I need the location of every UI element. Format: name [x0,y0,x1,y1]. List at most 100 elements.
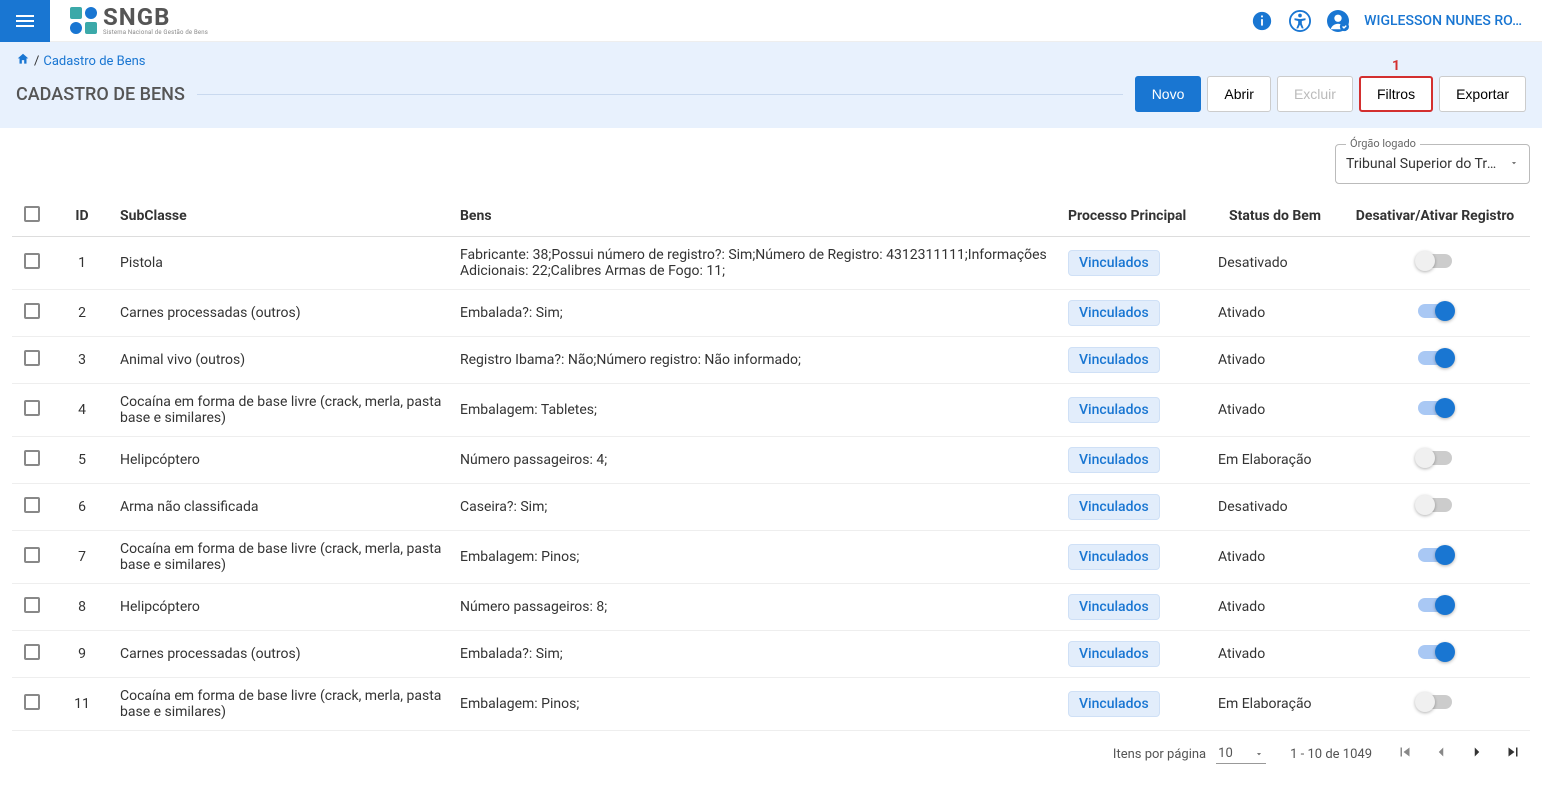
vinculados-chip[interactable]: Vinculados [1068,447,1160,473]
cell-status: Ativado [1210,584,1340,631]
vinculados-chip[interactable]: Vinculados [1068,347,1160,373]
col-subclasse: SubClasse [112,196,452,237]
cell-bens: Número passageiros: 8; [452,584,1060,631]
abrir-button[interactable]: Abrir [1207,76,1271,112]
col-toggle: Desativar/Ativar Registro [1340,196,1530,237]
row-checkbox[interactable] [24,547,40,563]
chevron-down-icon [1254,749,1264,759]
vinculados-chip[interactable]: Vinculados [1068,594,1160,620]
exportar-button[interactable]: Exportar [1439,76,1526,112]
table-row: 2Carnes processadas (outros)Embalada?: S… [12,290,1530,337]
page-title: CADASTRO DE BENS [16,84,185,105]
cell-bens: Registro Ibama?: Não;Número registro: Nã… [452,337,1060,384]
info-icon [1251,10,1273,32]
breadcrumb-home[interactable] [16,52,30,70]
cell-subclasse: Cocaína em forma de base livre (crack, m… [112,678,452,731]
row-checkbox[interactable] [24,400,40,416]
cell-subclasse: Carnes processadas (outros) [112,631,452,678]
vinculados-chip[interactable]: Vinculados [1068,691,1160,717]
annotation-label: 1 [1392,58,1400,74]
excluir-button: Excluir [1277,76,1353,112]
row-checkbox[interactable] [24,497,40,513]
next-page-button[interactable] [1468,743,1486,765]
items-per-page-label: Itens por página [1113,747,1206,762]
vinculados-chip[interactable]: Vinculados [1068,250,1160,276]
vinculados-chip[interactable]: Vinculados [1068,494,1160,520]
home-icon [16,52,30,66]
cell-id: 9 [52,631,112,678]
active-toggle[interactable] [1418,254,1452,268]
row-checkbox[interactable] [24,350,40,366]
cell-id: 11 [52,678,112,731]
active-toggle[interactable] [1418,401,1452,415]
cell-subclasse: Helipcóptero [112,584,452,631]
orgao-logado-value: Tribunal Superior do Tra… [1346,156,1503,172]
username-label[interactable]: WIGLESSON NUNES RO… [1364,13,1522,29]
vinculados-chip[interactable]: Vinculados [1068,300,1160,326]
active-toggle[interactable] [1418,304,1452,318]
user-avatar-icon [1327,10,1349,32]
cell-bens: Embalada?: Sim; [452,290,1060,337]
user-avatar-button[interactable] [1326,9,1350,33]
row-checkbox[interactable] [24,597,40,613]
cell-status: Ativado [1210,290,1340,337]
cell-bens: Fabricante: 38;Possui número de registro… [452,237,1060,290]
cell-id: 1 [52,237,112,290]
accessibility-button[interactable] [1288,9,1312,33]
active-toggle[interactable] [1418,548,1452,562]
active-toggle[interactable] [1418,351,1452,365]
row-checkbox[interactable] [24,253,40,269]
cell-subclasse: Carnes processadas (outros) [112,290,452,337]
table-row: 8HelipcópteroNúmero passageiros: 8; Vincu… [12,584,1530,631]
novo-button[interactable]: Novo [1135,76,1202,112]
breadcrumb: / Cadastro de Bens [16,52,1526,70]
table-row: 6Arma não classificadaCaseira?: Sim;Vinc… [12,484,1530,531]
filtros-button[interactable]: Filtros [1359,76,1433,112]
cell-id: 4 [52,384,112,437]
active-toggle[interactable] [1418,695,1452,709]
menu-icon [13,9,37,33]
row-checkbox[interactable] [24,644,40,660]
cell-id: 8 [52,584,112,631]
active-toggle[interactable] [1418,645,1452,659]
cell-bens: Embalagem: Tabletes; [452,384,1060,437]
table-row: 4Cocaína em forma de base livre (crack, … [12,384,1530,437]
col-processo: Processo Principal [1060,196,1210,237]
menu-button[interactable] [0,0,50,42]
bens-table: ID SubClasse Bens Processo Principal Sta… [12,196,1530,731]
active-toggle[interactable] [1418,451,1452,465]
vinculados-chip[interactable]: Vinculados [1068,397,1160,423]
prev-page-button[interactable] [1432,743,1450,765]
first-page-button[interactable] [1396,743,1414,765]
chevron-down-icon [1509,156,1519,172]
col-status: Status do Bem [1210,196,1340,237]
last-page-button[interactable] [1504,743,1522,765]
vinculados-chip[interactable]: Vinculados [1068,641,1160,667]
breadcrumb-current[interactable]: Cadastro de Bens [43,54,145,69]
select-all-checkbox[interactable] [24,206,40,222]
cell-status: Desativado [1210,484,1340,531]
cell-status: Ativado [1210,384,1340,437]
cell-id: 7 [52,531,112,584]
orgao-logado-select[interactable]: Órgão logado Tribunal Superior do Tra… [1335,144,1530,184]
active-toggle[interactable] [1418,498,1452,512]
cell-status: Ativado [1210,531,1340,584]
cell-id: 6 [52,484,112,531]
cell-status: Em Elaboração [1210,678,1340,731]
table-row: 5HelipcópteroNúmero passageiros: 4;Vincu… [12,437,1530,484]
info-button[interactable] [1250,9,1274,33]
accessibility-icon [1289,10,1311,32]
cell-subclasse: Animal vivo (outros) [112,337,452,384]
cell-bens: Embalada?: Sim; [452,631,1060,678]
cell-bens: Embalagem: Pinos; [452,678,1060,731]
page-size-select[interactable]: 10 [1216,744,1266,764]
row-checkbox[interactable] [24,694,40,710]
col-bens: Bens [452,196,1060,237]
row-checkbox[interactable] [24,450,40,466]
active-toggle[interactable] [1418,598,1452,612]
cell-subclasse: Arma não classificada [112,484,452,531]
cell-bens: Número passageiros: 4; [452,437,1060,484]
last-page-icon [1504,743,1522,761]
vinculados-chip[interactable]: Vinculados [1068,544,1160,570]
row-checkbox[interactable] [24,303,40,319]
